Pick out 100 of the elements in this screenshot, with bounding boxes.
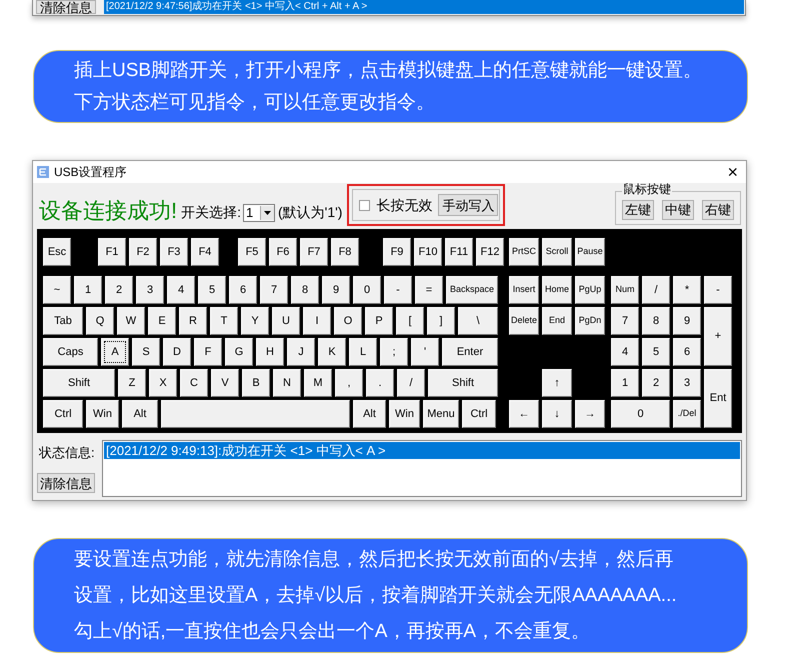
keyboard-key[interactable]: 3 [673,369,701,397]
keyboard-key[interactable]: Delete [509,307,539,335]
keyboard-key[interactable]: ] [427,307,455,335]
keyboard-key[interactable]: R [179,307,207,335]
keyboard-key[interactable]: F5 [238,238,266,266]
keyboard-key[interactable]: Shift [43,369,115,397]
keyboard-key[interactable]: PgDn [575,307,605,335]
keyboard-key[interactable]: I [303,307,331,335]
keyboard-key[interactable]: 6 [673,338,701,366]
keyboard-key[interactable]: , [335,369,363,397]
keyboard-key[interactable]: J [287,338,315,366]
keyboard-key[interactable]: F10 [414,238,442,266]
keyboard-key[interactable]: ' [411,338,439,366]
keyboard-key[interactable]: H [256,338,284,366]
status-entry[interactable]: [2021/12/2 9:49:13]:成功在开关 <1> 中写入< A > [104,442,740,459]
keyboard-key[interactable]: T [210,307,238,335]
keyboard-key[interactable]: Scroll [542,238,572,266]
keyboard-key[interactable]: F12 [476,238,504,266]
keyboard-key[interactable]: * [673,276,701,304]
keyboard-key[interactable]: O [334,307,362,335]
keyboard-key[interactable]: Alt [353,400,386,428]
keyboard-key[interactable]: Y [241,307,269,335]
keyboard-key[interactable]: Q [86,307,114,335]
keyboard-key[interactable]: Pause [575,238,605,266]
switch-select[interactable]: 1 [243,204,276,222]
keyboard-key[interactable]: = [415,276,443,304]
mouse-button[interactable]: 右键 [702,200,734,220]
keyboard-key[interactable]: Win [86,400,119,428]
keyboard-key[interactable]: 6 [229,276,257,304]
keyboard-key[interactable]: → [575,400,605,428]
keyboard-key[interactable]: 8 [291,276,319,304]
keyboard-key[interactable]: 0 [611,400,670,428]
keyboard-key[interactable]: [ [396,307,424,335]
keyboard-key[interactable]: / [642,276,670,304]
space-bar[interactable] [161,400,350,428]
clear-button[interactable]: 清除信息 [36,0,96,14]
close-button[interactable]: × [727,163,738,181]
keyboard-key[interactable]: C [180,369,208,397]
keyboard-key[interactable]: V [211,369,239,397]
keyboard-key[interactable]: Insert [509,276,539,304]
keyboard-key[interactable]: Win [389,400,420,428]
keyboard-key[interactable]: 8 [642,307,670,335]
keyboard-key[interactable]: 1 [74,276,102,304]
keyboard-key[interactable]: 7 [611,307,639,335]
keyboard-key[interactable]: / [397,369,425,397]
keyboard-key[interactable]: ↓ [542,400,572,428]
keyboard-key[interactable]: Esc [43,238,71,266]
keyboard-key[interactable]: F4 [191,238,219,266]
keyboard-key[interactable]: ← [509,400,539,428]
keyboard-key[interactable]: ↑ [542,369,572,397]
keyboard-key[interactable]: \ [458,307,498,335]
keyboard-key[interactable]: Menu [423,400,459,428]
keyboard-key[interactable]: Ent [704,369,732,428]
keyboard-key[interactable]: Shift [428,369,498,397]
keyboard-key[interactable]: G [225,338,253,366]
keyboard-key[interactable]: F7 [300,238,328,266]
keyboard-key[interactable]: Backspace [446,276,498,304]
keyboard-key[interactable]: + [704,307,732,366]
keyboard-key[interactable]: 4 [167,276,195,304]
clear-button[interactable]: 清除信息 [37,473,95,493]
keyboard-key[interactable]: PrtSC [509,238,539,266]
keyboard-key[interactable]: Ctrl [43,400,83,428]
keyboard-key[interactable]: Tab [43,307,83,335]
keyboard-key[interactable]: - [704,276,732,304]
checkbox[interactable] [359,200,370,210]
keyboard-key[interactable]: F1 [98,238,126,266]
keyboard-key[interactable]: F9 [383,238,411,266]
keyboard-key[interactable]: Home [542,276,572,304]
keyboard-key[interactable]: End [542,307,572,335]
keyboard-key[interactable]: A [101,338,129,366]
keyboard-key[interactable]: X [149,369,177,397]
mouse-button[interactable]: 中键 [662,200,694,220]
keyboard-key[interactable]: U [272,307,300,335]
keyboard-key[interactable]: ./Del [673,400,701,428]
keyboard-key[interactable]: ; [380,338,408,366]
keyboard-key[interactable]: F2 [129,238,157,266]
keyboard-key[interactable]: 0 [353,276,381,304]
keyboard-key[interactable]: F11 [445,238,473,266]
keyboard-key[interactable]: D [163,338,191,366]
manual-write-button[interactable]: 手动写入 [438,194,498,216]
keyboard-key[interactable]: F3 [160,238,188,266]
keyboard-key[interactable]: Z [118,369,146,397]
keyboard-key[interactable]: Enter [442,338,498,366]
keyboard-key[interactable]: L [349,338,377,366]
keyboard-key[interactable]: 3 [136,276,164,304]
keyboard-key[interactable]: P [365,307,393,335]
keyboard-key[interactable]: ~ [43,276,71,304]
keyboard-key[interactable]: - [384,276,412,304]
keyboard-key[interactable]: K [318,338,346,366]
keyboard-key[interactable]: F6 [269,238,297,266]
keyboard-key[interactable]: 4 [611,338,639,366]
keyboard-key[interactable]: 5 [198,276,226,304]
keyboard-key[interactable]: 5 [642,338,670,366]
keyboard-key[interactable]: Alt [122,400,158,428]
keyboard-key[interactable]: 7 [260,276,288,304]
keyboard-key[interactable]: M [304,369,332,397]
keyboard-key[interactable]: F8 [331,238,359,266]
keyboard-key[interactable]: F [194,338,222,366]
keyboard-key[interactable]: 1 [611,369,639,397]
keyboard-key[interactable]: Caps [43,338,98,366]
